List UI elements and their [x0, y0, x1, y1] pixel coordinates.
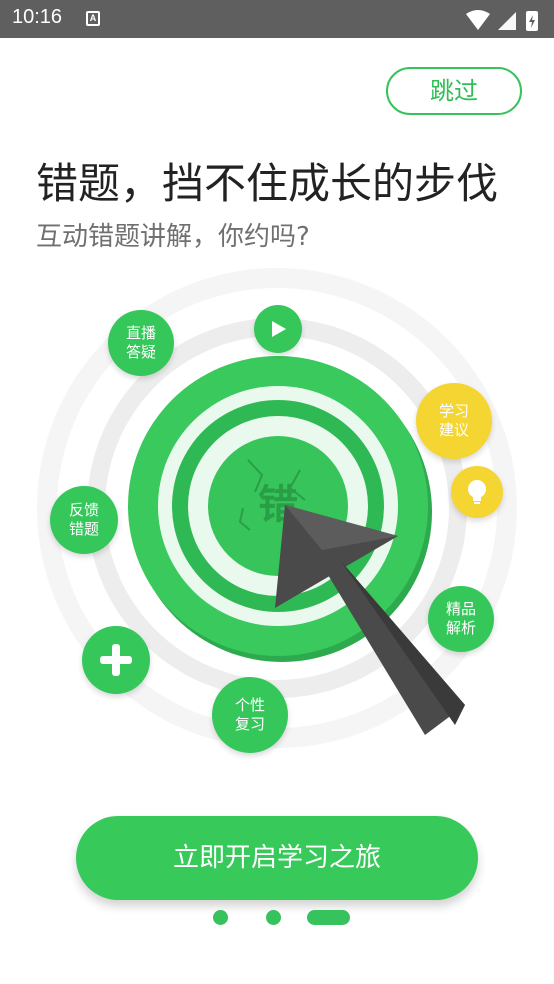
bubble-label: 精品 — [445, 600, 476, 618]
bubble-label: 反馈 — [68, 501, 99, 519]
signal-icon — [498, 12, 516, 30]
bubble-label: 学习 — [438, 402, 469, 420]
lightbulb-button[interactable] — [451, 466, 503, 518]
page-indicator-dot[interactable] — [213, 910, 228, 925]
status-bar: 10:16 A — [0, 0, 554, 38]
bubble-label: 直播 — [125, 324, 156, 342]
bubble-live-qa[interactable]: 直播 答疑 — [108, 310, 174, 376]
wifi-icon — [466, 10, 490, 30]
bubble-feedback-errors[interactable]: 反馈 错题 — [50, 486, 118, 554]
play-icon — [272, 321, 286, 337]
page-subtitle: 互动错题讲解，你约吗? — [36, 222, 310, 252]
notification-icon: A — [86, 11, 100, 26]
bubble-label: 个性 — [234, 696, 265, 714]
plus-icon — [100, 644, 132, 676]
bubble-study-advice[interactable]: 学习 建议 — [416, 383, 492, 459]
play-button[interactable] — [254, 305, 302, 353]
target-illustration: 错 直播 答疑 学习 建议 反馈 错题 精品 解析 个性 复习 — [0, 260, 554, 760]
add-button[interactable] — [82, 626, 150, 694]
page-title: 错题，挡不住成长的步伐 — [36, 159, 499, 208]
bubble-label: 答疑 — [125, 343, 156, 361]
start-learning-button[interactable]: 立即开启学习之旅 — [76, 816, 478, 900]
page-indicator-dot-active[interactable] — [307, 910, 350, 925]
bubble-label: 解析 — [445, 619, 476, 637]
lightbulb-icon — [468, 480, 486, 504]
page-indicator-dot[interactable] — [266, 910, 281, 925]
bubble-quality-analysis[interactable]: 精品 解析 — [428, 586, 494, 652]
bubble-personal-review[interactable]: 个性 复习 — [212, 677, 288, 753]
bubble-label: 复习 — [234, 715, 265, 733]
status-time: 10:16 — [12, 6, 63, 28]
skip-button[interactable]: 跳过 — [386, 67, 522, 115]
status-icons — [466, 10, 538, 31]
bubble-label: 建议 — [438, 421, 469, 439]
bubble-label: 错题 — [68, 520, 99, 538]
